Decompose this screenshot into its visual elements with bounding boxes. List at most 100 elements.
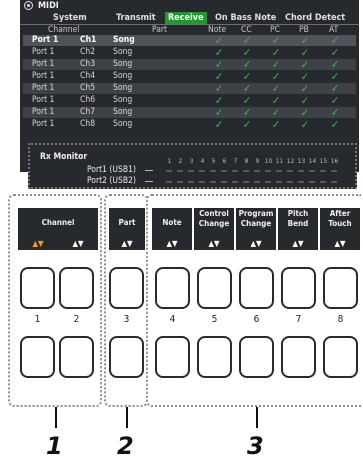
message-type-down-button[interactable]	[155, 336, 190, 378]
channel-row[interactable]: Port 1 Ch7 Song ✓ ✓ ✓ ✓ ✓	[23, 107, 356, 118]
rx-channel-number: 8	[244, 157, 249, 165]
part-up-button[interactable]	[109, 267, 144, 309]
receive-checkbox[interactable]: ✓	[210, 95, 228, 106]
receive-checkbox[interactable]: ✓	[238, 107, 256, 118]
receive-checkbox[interactable]: ✓	[326, 35, 344, 46]
message-type-up-button[interactable]	[281, 267, 316, 309]
rx-activity-dot	[243, 181, 249, 183]
receive-checkbox[interactable]: ✓	[238, 95, 256, 106]
rx-activity-dot	[177, 170, 183, 172]
receive-checkbox[interactable]: ✓	[326, 59, 344, 70]
channel-row[interactable]: Port 1 Ch5 Song ✓ ✓ ✓ ✓ ✓	[23, 83, 356, 94]
header-part: Part	[152, 25, 168, 35]
receive-checkbox[interactable]: ✓	[296, 83, 314, 94]
receive-checkbox[interactable]: ✓	[296, 47, 314, 58]
rx-channel-number: 15	[319, 157, 328, 165]
message-type-arrows: ▲▼	[208, 239, 220, 248]
message-type-arrows: ▲▼	[292, 239, 304, 248]
receive-checkbox[interactable]: ✓	[210, 35, 228, 46]
receive-checkbox[interactable]: ✓	[296, 119, 314, 130]
rx-activity-dot	[210, 181, 216, 183]
row-port: Port 1	[32, 47, 55, 57]
message-type-down-button[interactable]	[281, 336, 316, 378]
midi-icon	[24, 1, 33, 10]
row-part: Song	[113, 95, 133, 105]
receive-checkbox[interactable]: ✓	[238, 83, 256, 94]
rx-activity-dot	[177, 181, 183, 183]
header-channel: Channel	[48, 25, 80, 35]
callout-2: 2	[117, 432, 134, 460]
receive-checkbox[interactable]: ✓	[296, 95, 314, 106]
channel-row[interactable]: Port 1 Ch3 Song ✓ ✓ ✓ ✓ ✓	[23, 59, 356, 70]
receive-checkbox[interactable]: ✓	[326, 47, 344, 58]
receive-checkbox[interactable]: ✓	[326, 95, 344, 106]
receive-checkbox[interactable]: ✓	[267, 83, 285, 94]
message-type-down-button[interactable]	[197, 336, 232, 378]
tab-receive[interactable]: Receive	[165, 12, 207, 24]
channel-row[interactable]: Port 1 Ch2 Song ✓ ✓ ✓ ✓ ✓	[23, 47, 356, 58]
receive-checkbox[interactable]: ✓	[296, 107, 314, 118]
part-down-button[interactable]	[109, 336, 144, 378]
receive-checkbox[interactable]: ✓	[238, 59, 256, 70]
channel-row[interactable]: Port 1 Ch8 Song ✓ ✓ ✓ ✓ ✓	[23, 119, 356, 130]
tab-on-bass-note[interactable]: On Bass Note	[215, 12, 276, 24]
receive-checkbox[interactable]: ✓	[267, 35, 285, 46]
message-type-up-button[interactable]	[155, 267, 190, 309]
rx-activity-dot	[243, 170, 249, 172]
rx-channel-number: 10	[264, 157, 273, 165]
row-channel: Ch6	[80, 95, 96, 105]
message-type-arrows: ▲▼	[166, 239, 178, 248]
receive-checkbox[interactable]: ✓	[238, 119, 256, 130]
message-type-down-button[interactable]	[239, 336, 274, 378]
tab-chord-detect[interactable]: Chord Detect	[285, 12, 345, 24]
receive-checkbox[interactable]: ✓	[238, 71, 256, 82]
channel-row[interactable]: Port 1 Ch4 Song ✓ ✓ ✓ ✓ ✓	[23, 71, 356, 82]
receive-checkbox[interactable]: ✓	[267, 107, 285, 118]
channel-down-button-1[interactable]	[20, 336, 55, 378]
tab-transmit[interactable]: Transmit	[116, 12, 156, 24]
receive-checkbox[interactable]: ✓	[267, 119, 285, 130]
rx-activity-dot	[254, 181, 260, 183]
receive-checkbox[interactable]: ✓	[296, 35, 314, 46]
receive-checkbox[interactable]: ✓	[210, 119, 228, 130]
rx-port1-label: Port1 (USB1)	[87, 165, 136, 175]
rx-port1-leader	[145, 170, 153, 171]
message-type-label: Program Change	[238, 209, 274, 228]
receive-checkbox[interactable]: ✓	[326, 107, 344, 118]
receive-checkbox[interactable]: ✓	[326, 83, 344, 94]
row-part: Song	[113, 59, 133, 69]
message-type-up-button[interactable]	[239, 267, 274, 309]
receive-checkbox[interactable]: ✓	[238, 47, 256, 58]
channel-row[interactable]: Port 1 Ch6 Song ✓ ✓ ✓ ✓ ✓	[23, 95, 356, 106]
receive-checkbox[interactable]: ✓	[267, 95, 285, 106]
message-type-label: Control Change	[198, 209, 230, 228]
channel-up-button-1[interactable]	[20, 267, 55, 309]
receive-checkbox[interactable]: ✓	[267, 71, 285, 82]
tab-system[interactable]: System	[53, 12, 87, 24]
receive-checkbox[interactable]: ✓	[210, 71, 228, 82]
receive-checkbox[interactable]: ✓	[267, 47, 285, 58]
rx-activity-dot	[331, 170, 337, 172]
channel-up-button-2[interactable]	[59, 267, 94, 309]
receive-checkbox[interactable]: ✓	[210, 59, 228, 70]
channel-down-button-2[interactable]	[59, 336, 94, 378]
receive-checkbox[interactable]: ✓	[210, 47, 228, 58]
receive-checkbox[interactable]: ✓	[296, 59, 314, 70]
message-type-up-button[interactable]	[197, 267, 232, 309]
rx-channel-number: 6	[222, 157, 227, 165]
part-label: Part	[118, 218, 136, 227]
rx-activity-dot	[298, 181, 304, 183]
receive-checkbox[interactable]: ✓	[296, 71, 314, 82]
receive-checkbox[interactable]: ✓	[326, 119, 344, 130]
receive-checkbox[interactable]: ✓	[210, 83, 228, 94]
receive-checkbox[interactable]: ✓	[238, 35, 256, 46]
receive-checkbox[interactable]: ✓	[210, 107, 228, 118]
message-type-down-button[interactable]	[323, 336, 358, 378]
channel-row[interactable]: Port 1 Ch1 Song ✓ ✓ ✓ ✓ ✓	[23, 35, 356, 46]
callout-line-3	[256, 407, 258, 428]
receive-checkbox[interactable]: ✓	[267, 59, 285, 70]
row-channel: Ch8	[80, 119, 96, 129]
message-type-up-button[interactable]	[323, 267, 358, 309]
rx-channel-number: 4	[200, 157, 205, 165]
receive-checkbox[interactable]: ✓	[326, 71, 344, 82]
